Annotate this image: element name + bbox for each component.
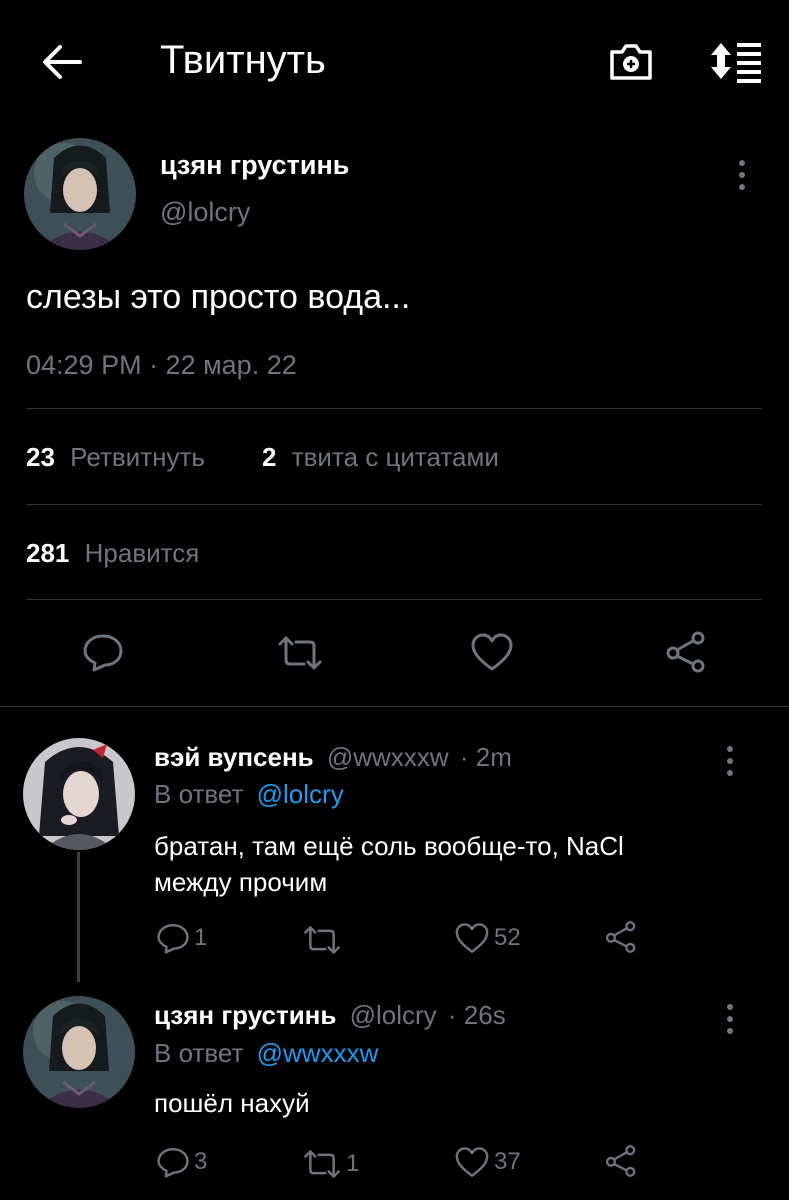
like-button[interactable] (470, 632, 514, 672)
like-button[interactable]: 52 (454, 922, 521, 954)
reply-button[interactable]: 1 (156, 922, 207, 954)
retweet-button[interactable]: 1 (302, 1148, 359, 1180)
arrow-left-icon (43, 45, 82, 79)
retweet-icon (304, 926, 340, 954)
retweets-count: 23 (26, 442, 55, 472)
sort-icon (711, 43, 761, 83)
reply-icon (157, 924, 189, 954)
more-options-icon[interactable] (726, 746, 734, 776)
retweet-count: 1 (346, 1150, 360, 1177)
page-title: Твитнуть (160, 38, 326, 82)
likes-label: Нравится (84, 538, 200, 568)
thread-connector (77, 852, 80, 982)
reply-context: В ответ @lolcry (154, 779, 344, 810)
retweet-button[interactable] (276, 634, 324, 672)
reply-header: вэй вупсень @wwxxxw · 2m (154, 742, 512, 773)
reply-icon (83, 634, 123, 672)
reply-text: пошёл нахуй (154, 1088, 310, 1118)
like-button[interactable]: 37 (454, 1146, 521, 1178)
retweets-label: Ретвитнуть (70, 442, 205, 472)
more-options-icon[interactable] (738, 160, 746, 190)
retweet-icon (278, 636, 322, 670)
reply-header: цзян грустинь @lolcry · 26s (154, 1000, 506, 1031)
share-button[interactable] (604, 920, 638, 954)
author-name[interactable]: вэй вупсень (154, 742, 314, 772)
divider (26, 408, 762, 409)
share-icon (666, 631, 705, 673)
like-count: 37 (494, 1148, 521, 1175)
avatar[interactable] (23, 996, 135, 1108)
reply-mention-link[interactable]: @lolcry (257, 779, 344, 809)
retweets-stat[interactable]: 23 Ретвитнуть (26, 442, 205, 473)
retweet-button[interactable] (302, 924, 346, 956)
reply-prefix: В ответ (154, 1038, 244, 1068)
author-handle[interactable]: @lolcry (160, 197, 250, 228)
author-name[interactable]: цзян грустинь (160, 150, 349, 181)
more-options-icon[interactable] (726, 1004, 734, 1034)
likes-stat[interactable]: 281 Нравится (26, 538, 199, 569)
camera-add-button[interactable] (606, 38, 656, 84)
tweet-timestamp: 04:29 PM · 22 мар. 22 (26, 350, 297, 380)
reply-button[interactable]: 3 (156, 1146, 207, 1178)
heart-icon (455, 1147, 489, 1177)
retweet-icon (304, 1150, 340, 1178)
tweet-text: слезы это просто вода... (26, 278, 411, 316)
quotes-label: твита с цитатами (291, 442, 499, 472)
divider (26, 599, 762, 600)
divider (0, 706, 789, 707)
heart-icon (455, 923, 489, 953)
quotes-stat[interactable]: 2 твита с цитатами (262, 442, 499, 473)
like-count: 52 (494, 924, 521, 951)
reply-icon (157, 1148, 189, 1178)
heart-icon (471, 633, 513, 671)
reply-mention-link[interactable]: @wwxxxw (257, 1038, 379, 1068)
share-icon (605, 1145, 636, 1177)
author-handle[interactable]: @wwxxxw (327, 742, 449, 772)
back-button[interactable] (38, 40, 86, 84)
reply-time: · 2m (459, 742, 512, 772)
avatar[interactable] (23, 738, 135, 850)
sort-button[interactable] (708, 38, 764, 84)
reply-count: 3 (194, 1148, 208, 1175)
reply-button[interactable] (82, 632, 124, 672)
reply-prefix: В ответ (154, 779, 244, 809)
reply-text-line: между прочим (154, 867, 328, 897)
share-button[interactable] (664, 630, 708, 674)
likes-count: 281 (26, 538, 70, 568)
reply-text: братан, там ещё соль вообще-то, NaCl меж… (154, 828, 624, 900)
quotes-count: 2 (262, 442, 277, 472)
reply-count: 1 (194, 924, 208, 951)
divider (26, 504, 762, 505)
author-name[interactable]: цзян грустинь (154, 1000, 336, 1030)
avatar[interactable] (24, 138, 136, 250)
share-icon (605, 921, 636, 953)
reply-time: · 26s (447, 1000, 506, 1030)
author-handle[interactable]: @lolcry (350, 1000, 437, 1030)
camera-add-icon (610, 44, 652, 80)
reply-context: В ответ @wwxxxw (154, 1038, 378, 1069)
reply-text-line: братан, там ещё соль вообще-то, NaCl (154, 831, 624, 861)
share-button[interactable] (604, 1144, 638, 1178)
